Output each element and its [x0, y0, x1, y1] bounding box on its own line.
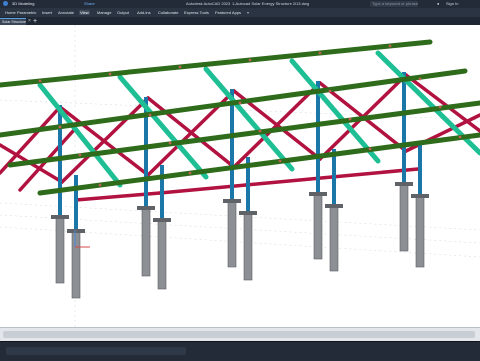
tab-collaborate[interactable]: Collaborate — [157, 10, 179, 15]
scrollbar-thumb[interactable] — [3, 331, 475, 338]
tab-annotate[interactable]: Annotate — [57, 10, 75, 15]
pile[interactable] — [415, 196, 425, 268]
search-input[interactable]: Type a keyword or phrase — [370, 1, 418, 7]
pile[interactable] — [55, 217, 65, 284]
pile[interactable] — [329, 206, 339, 272]
file-title: 1-Autocad Solar Energy Structure 2i13.dw… — [232, 1, 309, 6]
user-icon[interactable]: ● — [437, 1, 439, 7]
document-tab[interactable]: Solar Structure 2x13 — [0, 18, 26, 25]
solar-structure-model — [0, 25, 480, 327]
horizontal-scrollbar[interactable] — [0, 327, 480, 342]
tab-express-tools[interactable]: Express Tools — [183, 10, 210, 15]
ribbon-overflow-icon[interactable]: ▾ — [246, 10, 250, 15]
workspace-switcher[interactable]: 3D Modeling — [12, 1, 34, 7]
tab-output[interactable]: Output — [116, 10, 130, 15]
tab-parametric[interactable]: Parametric — [16, 10, 37, 15]
sign-in-link[interactable]: Sign In — [446, 1, 458, 7]
new-tab-button[interactable]: + — [32, 18, 38, 25]
app-logo-icon[interactable] — [3, 1, 8, 7]
base-plates — [51, 182, 429, 233]
pile[interactable] — [141, 208, 151, 277]
tab-insert[interactable]: Insert — [41, 10, 53, 15]
pile[interactable] — [71, 231, 81, 299]
command-line-input[interactable] — [6, 347, 186, 355]
model-viewport[interactable] — [0, 25, 480, 327]
pile[interactable] — [313, 194, 323, 260]
pile[interactable] — [399, 184, 409, 252]
pile[interactable] — [157, 220, 167, 290]
share-button[interactable]: Share — [84, 1, 95, 7]
title-bar: 3D Modeling Share Autodesk AutoCAD 2023 … — [0, 0, 480, 8]
bracing — [0, 73, 480, 202]
tab-view[interactable]: View — [79, 10, 90, 15]
document-tab-bar: Solar Structure 2x13 × + — [0, 17, 480, 25]
status-bar — [0, 341, 480, 361]
tab-featured-apps[interactable]: Featured Apps — [214, 10, 242, 15]
tab-manage[interactable]: Manage — [96, 10, 112, 15]
pile[interactable] — [227, 201, 237, 268]
tab-add-ins[interactable]: Add-ins — [136, 10, 152, 15]
app-title: Autodesk AutoCAD 2023 — [186, 1, 231, 6]
pile[interactable] — [243, 213, 253, 281]
tab-home[interactable]: Home — [4, 10, 17, 15]
